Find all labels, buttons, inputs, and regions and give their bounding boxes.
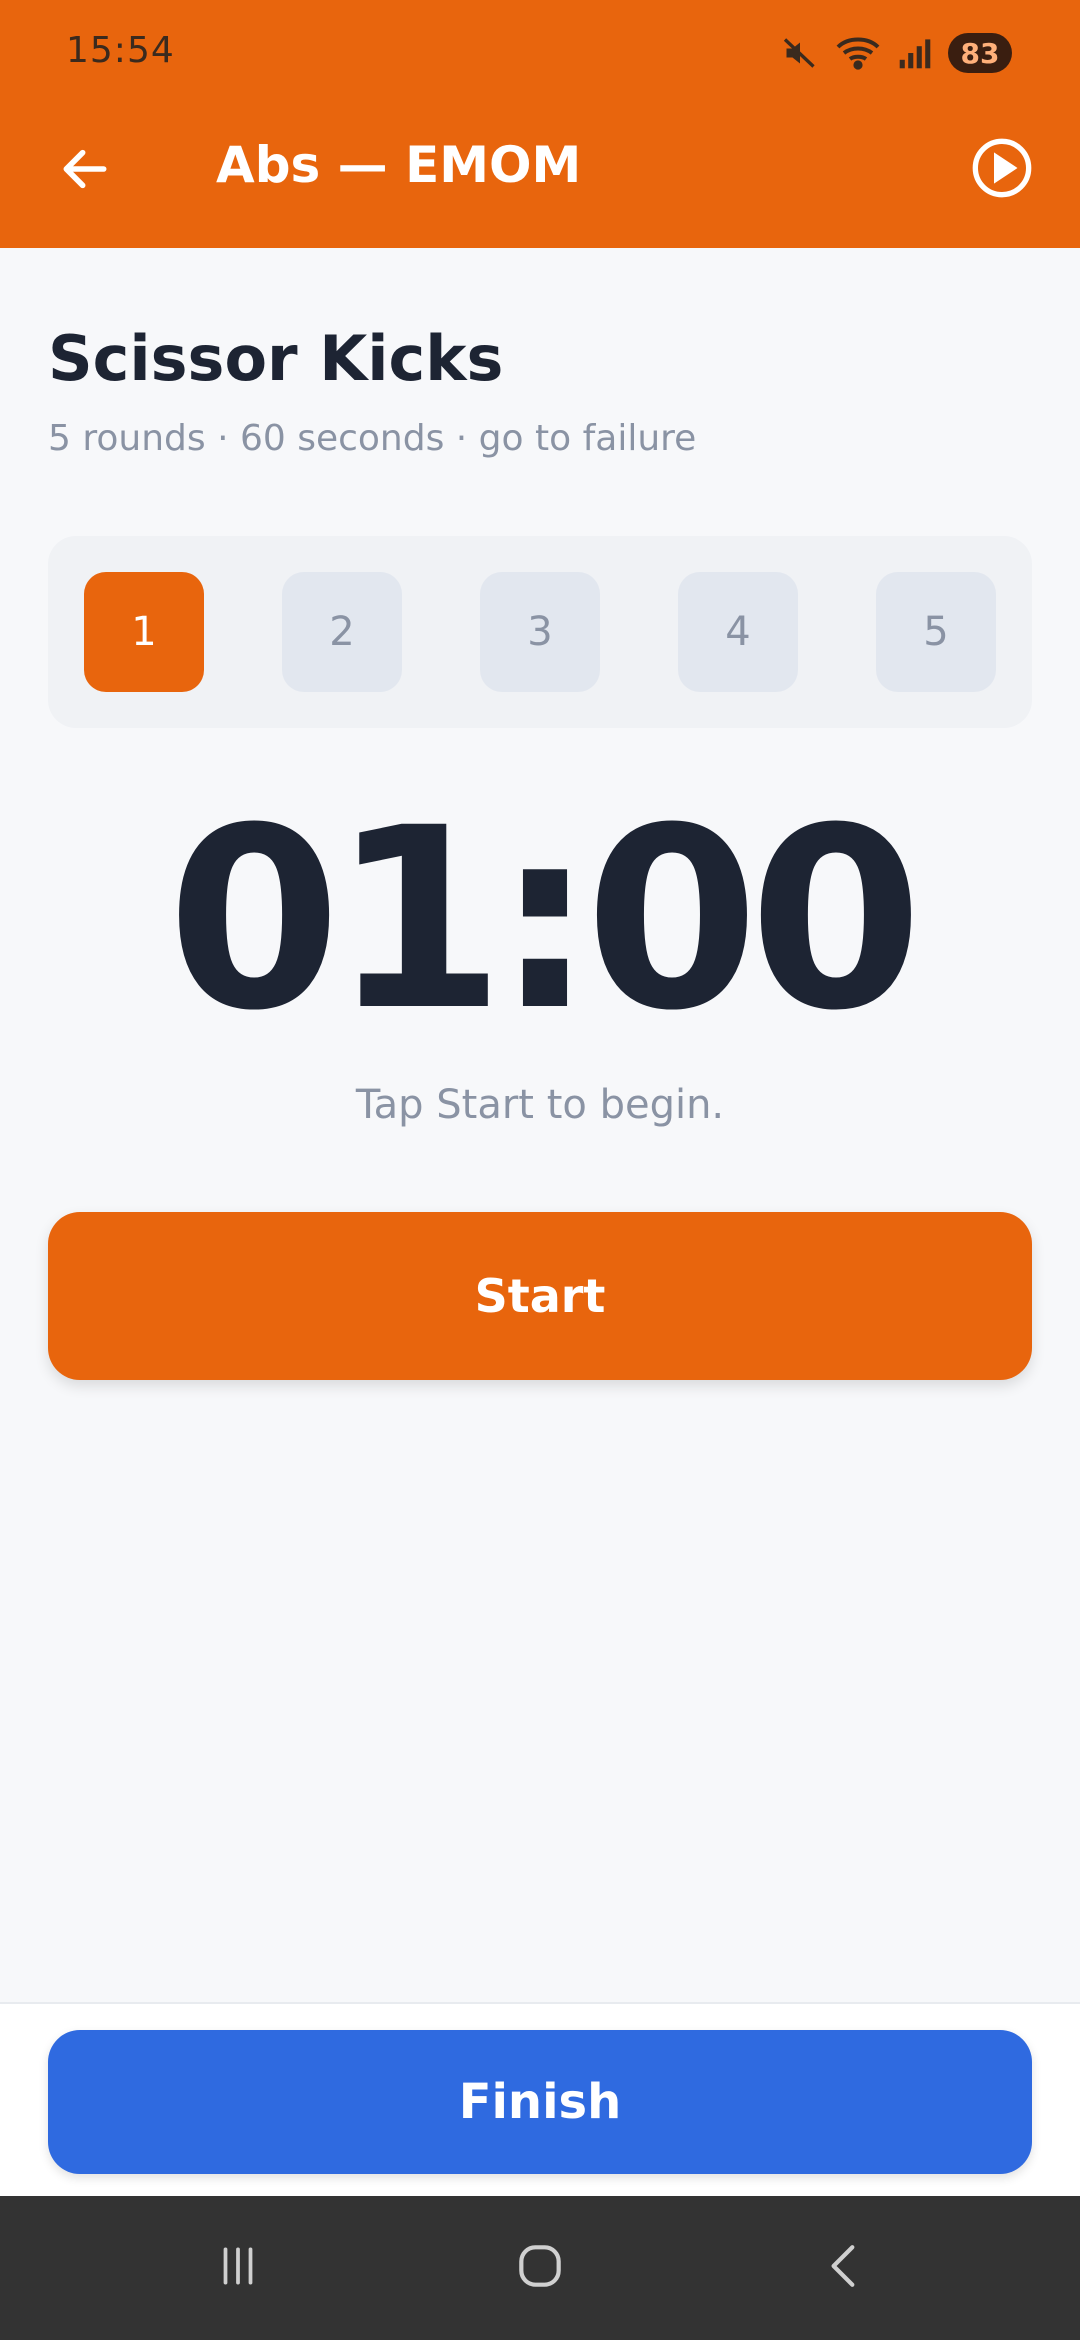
bottom-bar: Finish <box>0 2002 1080 2196</box>
app-bar: Abs — EMOM <box>0 106 1080 248</box>
status-bar: 15:54 83 <box>0 0 1080 106</box>
round-4[interactable]: 4 <box>678 572 798 692</box>
round-2[interactable]: 2 <box>282 572 402 692</box>
status-time: 15:54 <box>66 30 175 71</box>
mute-icon <box>782 35 818 71</box>
round-1[interactable]: 1 <box>84 572 204 692</box>
home-button[interactable] <box>500 2232 580 2304</box>
back-button[interactable] <box>48 134 122 208</box>
round-3[interactable]: 3 <box>480 572 600 692</box>
back-arrow-icon <box>57 141 113 201</box>
play-button[interactable] <box>960 128 1044 212</box>
round-5[interactable]: 5 <box>876 572 996 692</box>
finish-button[interactable]: Finish <box>48 2030 1032 2174</box>
signal-icon <box>898 35 932 71</box>
start-button[interactable]: Start <box>48 1212 1032 1380</box>
system-back-button[interactable] <box>804 2232 884 2304</box>
status-icons: 83 <box>782 32 1012 74</box>
battery-icon: 83 <box>948 33 1012 73</box>
back-icon <box>819 2241 869 2295</box>
timer-hint: Tap Start to begin. <box>355 1082 725 1128</box>
timer-display: 01:00 <box>167 774 923 1065</box>
home-icon <box>512 2238 568 2298</box>
wifi-icon <box>834 33 882 73</box>
system-nav-bar <box>0 2196 1080 2340</box>
recent-apps-button[interactable] <box>198 2232 278 2304</box>
app-title: Abs — EMOM <box>216 136 582 194</box>
exercise-subtitle: 5 rounds · 60 seconds · go to failure <box>48 418 697 459</box>
recent-apps-icon <box>213 2241 263 2295</box>
exercise-title: Scissor Kicks <box>48 322 504 395</box>
play-circle-icon <box>970 136 1034 204</box>
header: 15:54 83 Abs — EMOM <box>0 0 1080 248</box>
rounds-panel: 1 2 3 4 5 <box>48 536 1032 728</box>
